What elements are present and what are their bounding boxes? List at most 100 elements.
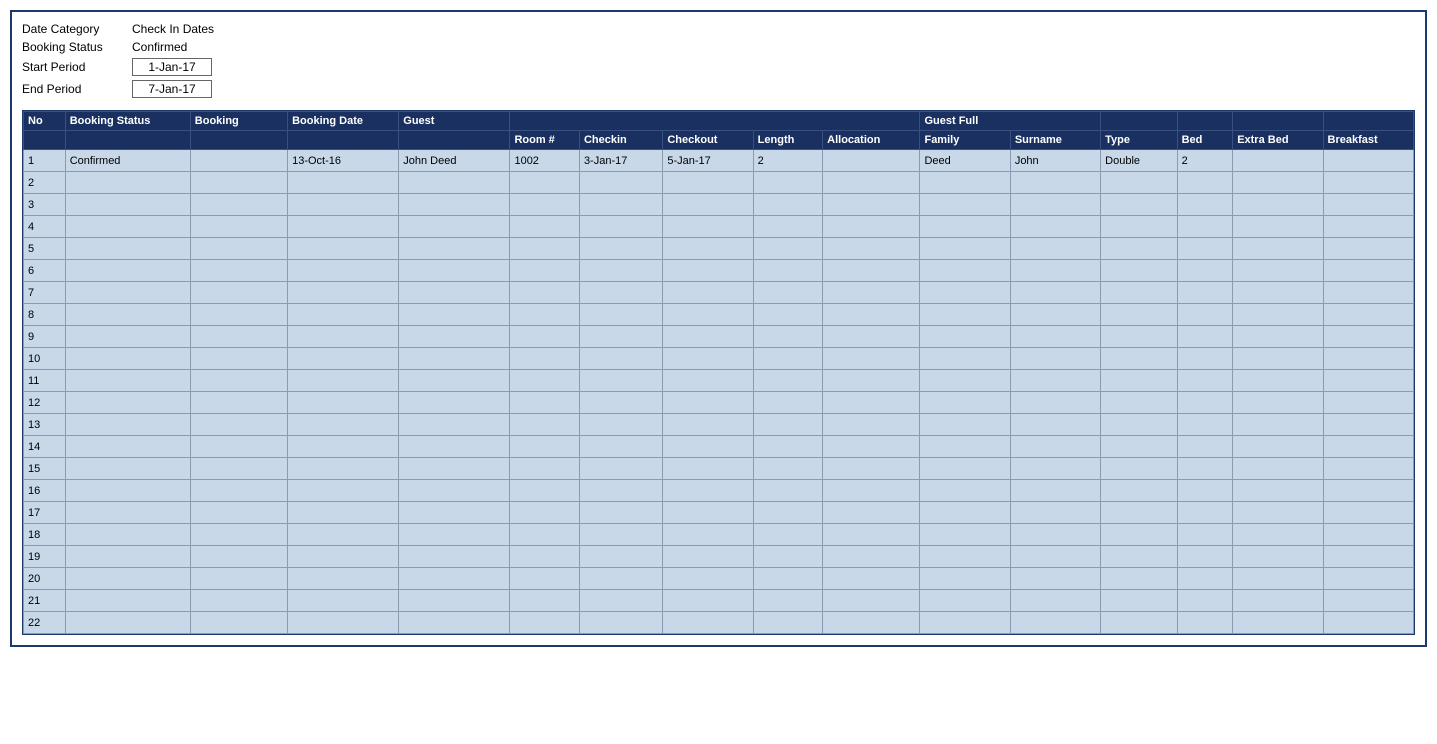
- cell-length: [753, 524, 822, 546]
- cell-guest: [399, 370, 510, 392]
- cell-breakfast: [1323, 480, 1413, 502]
- cell-extra_bed: [1233, 370, 1323, 392]
- cell-allocation: [823, 370, 920, 392]
- cell-surname: [1010, 238, 1100, 260]
- col-header-booking-status: Booking Status: [65, 112, 190, 131]
- cell-extra_bed: [1233, 260, 1323, 282]
- cell-allocation: [823, 348, 920, 370]
- cell-length: [753, 238, 822, 260]
- cell-booking_date: [288, 260, 399, 282]
- table-header-row-1: No Booking Status Booking Booking Date G…: [24, 112, 1414, 131]
- cell-family: [920, 282, 1010, 304]
- cell-booking_date: [288, 436, 399, 458]
- cell-no: 14: [24, 436, 66, 458]
- cell-allocation: [823, 238, 920, 260]
- cell-length: [753, 172, 822, 194]
- cell-guest: [399, 304, 510, 326]
- cell-checkin: [579, 502, 662, 524]
- cell-family: [920, 194, 1010, 216]
- table-row: 6: [24, 260, 1414, 282]
- cell-guest: [399, 524, 510, 546]
- start-period-input[interactable]: [132, 58, 212, 76]
- cell-allocation: [823, 436, 920, 458]
- cell-extra_bed: [1233, 502, 1323, 524]
- cell-booking: [190, 414, 287, 436]
- cell-checkin: [579, 216, 662, 238]
- cell-surname: [1010, 392, 1100, 414]
- cell-checkout: [663, 282, 753, 304]
- col-sub-bdate: [288, 131, 399, 150]
- start-period-label: Start Period: [22, 60, 132, 74]
- col-sub-bed: Bed: [1177, 131, 1233, 150]
- cell-length: [753, 216, 822, 238]
- cell-no: 22: [24, 612, 66, 634]
- cell-booking_date: [288, 414, 399, 436]
- cell-booking_status: [65, 480, 190, 502]
- cell-booking_date: [288, 524, 399, 546]
- cell-checkout: [663, 524, 753, 546]
- cell-booking: [190, 612, 287, 634]
- cell-breakfast: [1323, 612, 1413, 634]
- cell-room: [510, 436, 579, 458]
- cell-no: 19: [24, 546, 66, 568]
- booking-table-container: No Booking Status Booking Booking Date G…: [22, 110, 1415, 635]
- cell-length: [753, 546, 822, 568]
- cell-allocation: [823, 502, 920, 524]
- col-sub-no: [24, 131, 66, 150]
- cell-extra_bed: [1233, 194, 1323, 216]
- cell-surname: [1010, 436, 1100, 458]
- cell-breakfast: [1323, 238, 1413, 260]
- cell-checkout: [663, 414, 753, 436]
- cell-no: 2: [24, 172, 66, 194]
- end-period-label: End Period: [22, 82, 132, 96]
- cell-family: [920, 458, 1010, 480]
- cell-surname: [1010, 568, 1100, 590]
- filter-end-period: End Period: [22, 80, 1415, 98]
- cell-booking: [190, 502, 287, 524]
- cell-booking_date: [288, 238, 399, 260]
- cell-type: [1101, 172, 1177, 194]
- cell-booking_date: [288, 282, 399, 304]
- col-sub-breakfast: Breakfast: [1323, 131, 1413, 150]
- cell-booking: [190, 568, 287, 590]
- cell-type: [1101, 590, 1177, 612]
- cell-booking_status: [65, 392, 190, 414]
- cell-guest: [399, 238, 510, 260]
- cell-booking_date: [288, 458, 399, 480]
- cell-extra_bed: [1233, 546, 1323, 568]
- cell-allocation: [823, 282, 920, 304]
- cell-checkin: [579, 546, 662, 568]
- cell-booking_status: [65, 348, 190, 370]
- cell-checkin: [579, 260, 662, 282]
- cell-surname: [1010, 348, 1100, 370]
- cell-surname: [1010, 590, 1100, 612]
- cell-booking: [190, 150, 287, 172]
- table-row: 1Confirmed13-Oct-16John Deed10023-Jan-17…: [24, 150, 1414, 172]
- cell-booking_date: [288, 590, 399, 612]
- cell-length: [753, 348, 822, 370]
- col-sub-extrabed: Extra Bed: [1233, 131, 1323, 150]
- cell-family: [920, 480, 1010, 502]
- cell-family: [920, 612, 1010, 634]
- cell-extra_bed: [1233, 524, 1323, 546]
- cell-breakfast: [1323, 326, 1413, 348]
- cell-checkout: [663, 194, 753, 216]
- cell-length: [753, 304, 822, 326]
- cell-extra_bed: [1233, 238, 1323, 260]
- cell-checkin: [579, 612, 662, 634]
- table-row: 18: [24, 524, 1414, 546]
- cell-bed: [1177, 436, 1233, 458]
- cell-checkout: [663, 480, 753, 502]
- end-period-input[interactable]: [132, 80, 212, 98]
- cell-surname: John: [1010, 150, 1100, 172]
- cell-guest: [399, 458, 510, 480]
- cell-type: [1101, 458, 1177, 480]
- cell-extra_bed: [1233, 568, 1323, 590]
- cell-booking_status: [65, 282, 190, 304]
- cell-guest: [399, 414, 510, 436]
- cell-surname: [1010, 502, 1100, 524]
- cell-room: [510, 546, 579, 568]
- cell-extra_bed: [1233, 150, 1323, 172]
- cell-surname: [1010, 458, 1100, 480]
- cell-guest: [399, 348, 510, 370]
